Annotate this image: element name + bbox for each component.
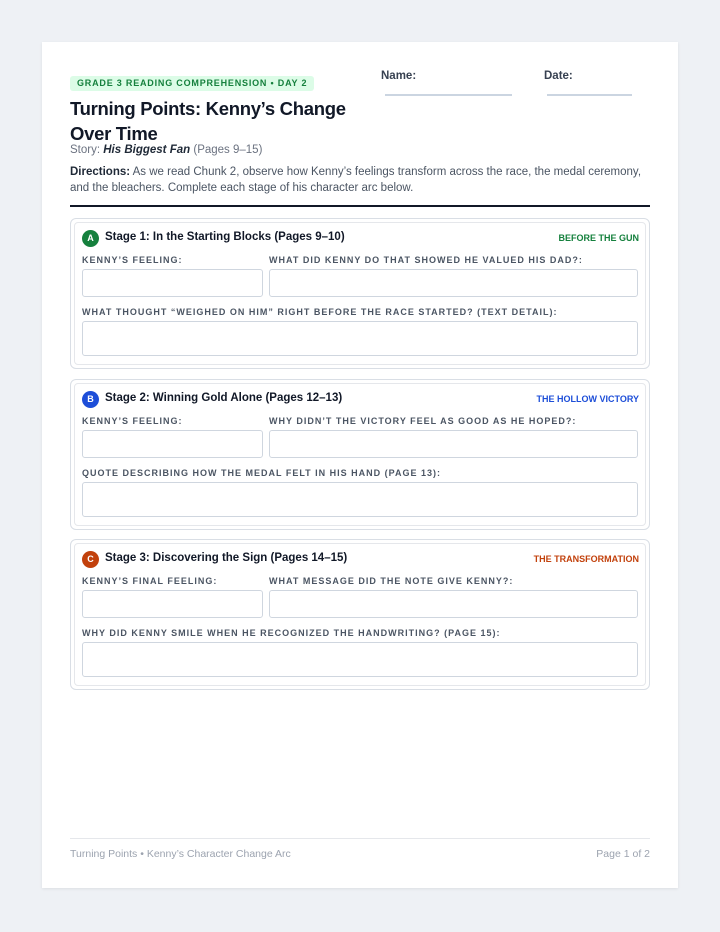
story-pages: (Pages 9–15) bbox=[193, 144, 263, 156]
date-field[interactable] bbox=[547, 94, 632, 96]
footer-left: Turning Points • Kenny’s Character Chang… bbox=[70, 848, 291, 860]
grade-badge: GRADE 3 READING COMPREHENSION • DAY 2 bbox=[70, 76, 315, 91]
stage-tag: BEFORE THE GUN bbox=[558, 233, 639, 243]
detail-label: QUOTE DESCRIBING HOW THE MEDAL FELT IN H… bbox=[82, 468, 442, 478]
name-field[interactable] bbox=[385, 94, 512, 96]
stage-letter-icon: A bbox=[82, 230, 99, 247]
stage-card: A Stage 1: In the Starting Blocks (Pages… bbox=[70, 218, 650, 369]
stage-heading: Stage 1: In the Starting Blocks (Pages 9… bbox=[105, 231, 345, 243]
feeling-input[interactable] bbox=[82, 430, 263, 458]
stage-letter-icon: C bbox=[82, 551, 99, 568]
feeling-label: KENNY’S FEELING: bbox=[82, 255, 183, 265]
worksheet-title: Turning Points: Kenny’s Change Over Time bbox=[70, 98, 346, 144]
feeling-label: KENNY’S FINAL FEELING: bbox=[82, 576, 218, 586]
question-label: WHY DIDN’T THE VICTORY FEEL AS GOOD AS H… bbox=[269, 416, 577, 426]
directions: Directions: As we read Chunk 2, observe … bbox=[70, 165, 650, 196]
stage-card: C Stage 3: Discovering the Sign (Pages 1… bbox=[70, 539, 650, 690]
question-label: WHAT MESSAGE DID THE NOTE GIVE KENNY?: bbox=[269, 576, 514, 586]
feeling-input[interactable] bbox=[82, 590, 263, 618]
worksheet-page: GRADE 3 READING COMPREHENSION • DAY 2 Tu… bbox=[42, 42, 678, 888]
story-title: His Biggest Fan bbox=[103, 144, 191, 156]
detail-input[interactable] bbox=[82, 321, 638, 356]
date-label: Date: bbox=[544, 70, 573, 82]
question-input[interactable] bbox=[269, 590, 638, 618]
stage-tag: THE TRANSFORMATION bbox=[533, 554, 639, 564]
detail-input[interactable] bbox=[82, 482, 638, 517]
story-prefix: Story: bbox=[70, 144, 101, 156]
stage-tag: THE HOLLOW VICTORY bbox=[536, 394, 640, 404]
detail-label: WHY DID KENNY SMILE WHEN HE RECOGNIZED T… bbox=[82, 628, 501, 638]
question-label: WHAT DID KENNY DO THAT SHOWED HE VALUED … bbox=[269, 255, 583, 265]
detail-input[interactable] bbox=[82, 642, 638, 677]
question-input[interactable] bbox=[269, 269, 638, 297]
name-label: Name: bbox=[381, 70, 417, 82]
directions-text: As we read Chunk 2, observe how Kenny’s … bbox=[70, 166, 642, 194]
story-line: Story: His Biggest Fan (Pages 9–15) bbox=[70, 144, 262, 156]
page-number: Page 1 of 2 bbox=[596, 848, 650, 860]
feeling-input[interactable] bbox=[82, 269, 263, 297]
question-input[interactable] bbox=[269, 430, 638, 458]
stage-heading: Stage 2: Winning Gold Alone (Pages 12–13… bbox=[105, 392, 343, 404]
detail-label: WHAT THOUGHT “WEIGHED ON HIM” RIGHT BEFO… bbox=[82, 307, 558, 317]
stage-card: B Stage 2: Winning Gold Alone (Pages 12–… bbox=[70, 379, 650, 530]
directions-label: Directions: bbox=[70, 166, 131, 178]
stage-heading: Stage 3: Discovering the Sign (Pages 14–… bbox=[105, 552, 348, 564]
footer-divider bbox=[70, 838, 650, 839]
feeling-label: KENNY’S FEELING: bbox=[82, 416, 183, 426]
stage-letter-icon: B bbox=[82, 391, 99, 408]
header-divider bbox=[70, 205, 650, 207]
